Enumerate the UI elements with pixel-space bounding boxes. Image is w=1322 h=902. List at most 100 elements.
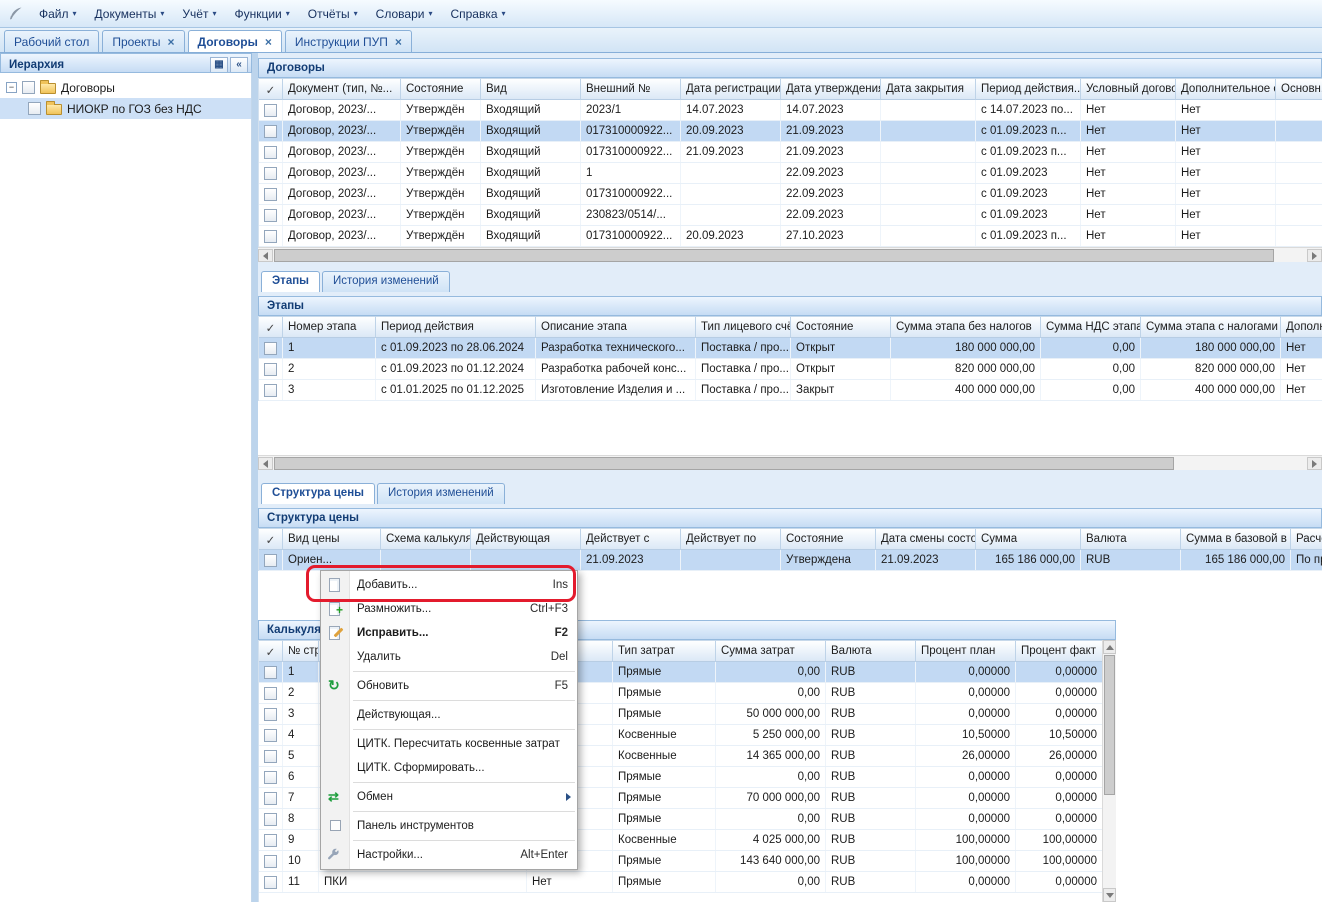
row-checkbox[interactable] — [264, 125, 277, 138]
tree-checkbox[interactable] — [22, 81, 35, 94]
column-header[interactable]: Вид — [481, 78, 581, 100]
table-row[interactable]: Договор, 2023/...УтверждёнВходящий017310… — [259, 184, 1322, 205]
column-header[interactable]: Сумма этапа с налогами — [1141, 316, 1281, 338]
tree-item-niokr[interactable]: НИОКР по ГОЗ без НДС — [0, 98, 251, 119]
price-table[interactable]: ✓Вид ценыСхема калькуляциДействующаяДейс… — [258, 528, 1322, 571]
row-checkbox[interactable] — [264, 834, 277, 847]
column-header[interactable]: Действует с — [581, 528, 681, 550]
menu-item-add[interactable]: Добавить...Ins — [321, 573, 577, 597]
row-checkbox[interactable] — [264, 209, 277, 222]
tree-checkbox[interactable] — [28, 102, 41, 115]
menu-item-settings[interactable]: Настройки...Alt+Enter — [321, 843, 577, 867]
column-header[interactable]: Расчёт — [1291, 528, 1322, 550]
row-checkbox[interactable] — [264, 167, 277, 180]
column-header[interactable]: Тип лицевого счёт — [696, 316, 791, 338]
column-header[interactable]: Дата регистрации — [681, 78, 781, 100]
column-header[interactable]: № стр... — [283, 640, 319, 662]
table-row[interactable]: 1с 01.09.2023 по 28.06.2024Разработка те… — [259, 338, 1322, 359]
column-header[interactable]: Документ (тип, №... — [283, 78, 401, 100]
row-checkbox[interactable] — [264, 342, 277, 355]
column-header[interactable]: Основн... — [1276, 78, 1322, 100]
tab-stages-history[interactable]: История изменений — [322, 271, 450, 292]
row-checkbox[interactable] — [264, 554, 277, 567]
menu-item-toolbar-panel[interactable]: Панель инструментов — [321, 814, 577, 838]
tab-pup-instructions[interactable]: Инструкции ПУП× — [285, 30, 412, 52]
menu-item-delete[interactable]: УдалитьDel — [321, 645, 577, 669]
menubar-item-functions[interactable]: Функции▾ — [225, 3, 298, 25]
close-tab-icon[interactable]: × — [265, 37, 272, 47]
scroll-right-icon[interactable] — [1307, 457, 1322, 470]
column-header[interactable]: Тип затрат — [613, 640, 716, 662]
row-checkbox[interactable] — [264, 708, 277, 721]
scroll-left-icon[interactable] — [258, 457, 273, 470]
row-checkbox[interactable] — [264, 876, 277, 889]
scroll-thumb[interactable] — [274, 249, 1274, 262]
scroll-down-icon[interactable] — [1103, 888, 1116, 902]
column-header[interactable]: Схема калькуляци — [381, 528, 471, 550]
column-header[interactable]: ✓ — [259, 78, 283, 100]
row-checkbox[interactable] — [264, 771, 277, 784]
column-header[interactable]: Дополнительное с — [1176, 78, 1276, 100]
menu-item-set-active[interactable]: Действующая... — [321, 703, 577, 727]
menu-item-exchange[interactable]: ⇄Обмен — [321, 785, 577, 809]
column-header[interactable]: Состояние — [401, 78, 481, 100]
table-row[interactable]: Договор, 2023/...УтверждёнВходящий2023/1… — [259, 100, 1322, 121]
collapse-panel-icon[interactable]: « — [230, 57, 248, 73]
tree-expander-icon[interactable]: − — [6, 82, 17, 93]
contracts-hscrollbar[interactable] — [258, 247, 1322, 262]
row-checkbox[interactable] — [264, 146, 277, 159]
column-header[interactable]: Процент план — [916, 640, 1016, 662]
column-header[interactable]: Валюта — [1081, 528, 1181, 550]
tree-item-contracts[interactable]: − Договоры — [0, 77, 251, 98]
column-header[interactable]: Дата утверждения — [781, 78, 881, 100]
table-row[interactable]: Договор, 2023/...УтверждёнВходящий017310… — [259, 121, 1322, 142]
table-row[interactable]: 11ПКИНетПрямые0,00RUB0,000000,00000 — [259, 872, 1102, 893]
column-header[interactable]: Дополн... — [1281, 316, 1322, 338]
column-header[interactable]: Сумма этапа без налогов — [891, 316, 1041, 338]
column-header[interactable]: Дата закрытия — [881, 78, 976, 100]
stages-hscrollbar[interactable] — [258, 455, 1322, 470]
menubar-item-accounting[interactable]: Учёт▾ — [173, 3, 225, 25]
row-checkbox[interactable] — [264, 384, 277, 397]
menu-item-duplicate[interactable]: +Размножить...Ctrl+F3 — [321, 597, 577, 621]
sort-icon[interactable]: ▦ — [210, 57, 228, 73]
scroll-right-icon[interactable] — [1307, 249, 1322, 262]
row-checkbox[interactable] — [264, 666, 277, 679]
column-header[interactable]: Состояние — [791, 316, 891, 338]
column-header[interactable]: Период действия — [376, 316, 536, 338]
column-header[interactable]: Внешний № — [581, 78, 681, 100]
tab-stages[interactable]: Этапы — [261, 271, 320, 292]
menu-item-refresh[interactable]: ↻ОбновитьF5 — [321, 674, 577, 698]
calc-vscrollbar[interactable] — [1102, 640, 1116, 902]
row-checkbox[interactable] — [264, 750, 277, 763]
row-checkbox[interactable] — [264, 813, 277, 826]
table-row[interactable]: Ориен...21.09.2023Утверждена21.09.202316… — [259, 550, 1322, 571]
column-header[interactable]: Состояние — [781, 528, 876, 550]
row-checkbox[interactable] — [264, 188, 277, 201]
column-header[interactable]: Условный договор — [1081, 78, 1176, 100]
column-header[interactable]: Дата смены состо — [876, 528, 976, 550]
table-row[interactable]: 3с 01.01.2025 по 01.12.2025Изготовление … — [259, 380, 1322, 401]
column-header[interactable]: Вид цены — [283, 528, 381, 550]
menubar-item-help[interactable]: Справка▾ — [441, 3, 514, 25]
column-header[interactable]: ✓ — [259, 528, 283, 550]
table-row[interactable]: Договор, 2023/...УтверждёнВходящий017310… — [259, 226, 1322, 247]
row-checkbox[interactable] — [264, 855, 277, 868]
table-row[interactable]: 2с 01.09.2023 по 01.12.2024Разработка ра… — [259, 359, 1322, 380]
row-checkbox[interactable] — [264, 104, 277, 117]
column-header[interactable]: Действующая — [471, 528, 581, 550]
menu-item-citk-form[interactable]: ЦИТК. Сформировать... — [321, 756, 577, 780]
table-row[interactable]: Договор, 2023/...УтверждёнВходящий230823… — [259, 205, 1322, 226]
menubar-item-dictionaries[interactable]: Словари▾ — [367, 3, 442, 25]
column-header[interactable]: Номер этапа — [283, 316, 376, 338]
tab-desktop[interactable]: Рабочий стол — [4, 30, 99, 52]
menubar-item-file[interactable]: Файл▾ — [30, 3, 86, 25]
column-header[interactable]: Процент факт — [1016, 640, 1102, 662]
menu-item-citk-recalc-indirect[interactable]: ЦИТК. Пересчитать косвенные затраты... — [321, 732, 577, 756]
row-checkbox[interactable] — [264, 729, 277, 742]
stages-table[interactable]: ✓Номер этапаПериод действияОписание этап… — [258, 316, 1322, 401]
table-row[interactable]: Договор, 2023/...УтверждёнВходящий122.09… — [259, 163, 1322, 184]
column-header[interactable]: Сумма в базовой в — [1181, 528, 1291, 550]
column-header[interactable]: Валюта — [826, 640, 916, 662]
menubar-item-documents[interactable]: Документы▾ — [86, 3, 174, 25]
